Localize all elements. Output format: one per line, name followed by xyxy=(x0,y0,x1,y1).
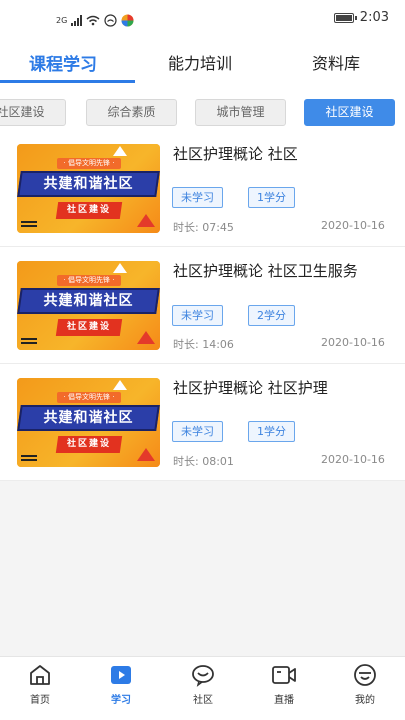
status-badge: 未学习 xyxy=(172,187,223,208)
thumbnail-subtitle: 社区建设 xyxy=(66,322,111,332)
nav-mine[interactable]: 我的 xyxy=(340,663,390,706)
thumbnail-subtitle: 社区建设 xyxy=(66,205,111,215)
thumbnail-title: 共建和谐社区 xyxy=(43,410,134,426)
thumbnail-slogan: · 倡导文明先锋 · xyxy=(57,275,121,286)
course-title: 社区护理概论 社区护理 xyxy=(173,379,328,397)
course-title: 社区护理概论 社区卫生服务 xyxy=(173,262,358,280)
chip-community-building[interactable]: 社区建设 xyxy=(304,99,395,126)
tab-resource-library[interactable]: 资料库 xyxy=(312,50,360,74)
tab-skill-training[interactable]: 能力培训 xyxy=(168,50,232,74)
clock: 2:03 xyxy=(359,10,389,25)
smile-icon xyxy=(354,664,376,686)
signal-icon xyxy=(71,14,83,26)
nav-label: 社区 xyxy=(193,695,213,706)
thumbnail-slogan: · 倡导文明先锋 · xyxy=(57,392,121,403)
course-duration: 时长: 14:06 xyxy=(173,338,234,351)
nav-community[interactable]: 社区 xyxy=(178,663,228,706)
network-label: 2G xyxy=(56,15,68,25)
top-tabs: 课程学习 能力培训 资料库 xyxy=(0,40,405,84)
course-thumbnail: · 倡导文明先锋 · 共建和谐社区 社区建设 xyxy=(17,144,160,233)
thumbnail-title: 共建和谐社区 xyxy=(43,293,134,309)
nav-live[interactable]: 直播 xyxy=(259,663,309,706)
course-list: · 倡导文明先锋 · 共建和谐社区 社区建设 社区护理概论 社区 未学习 1学分… xyxy=(0,130,405,481)
video-icon xyxy=(272,666,296,684)
thumbnail-title: 共建和谐社区 xyxy=(43,176,134,192)
course-item[interactable]: · 倡导文明先锋 · 共建和谐社区 社区建设 社区护理概论 社区 未学习 1学分… xyxy=(0,130,405,247)
wifi-icon xyxy=(86,15,100,25)
course-date: 2020-10-16 xyxy=(321,336,385,349)
thumbnail-subtitle: 社区建设 xyxy=(66,439,111,449)
status-icons: 2G xyxy=(56,12,134,28)
bottom-nav: 首页 学习 社区 直播 我的 xyxy=(0,656,405,720)
home-icon xyxy=(30,665,50,685)
active-tab-indicator xyxy=(0,80,135,83)
course-duration: 时长: 07:45 xyxy=(173,221,234,234)
battery-icon xyxy=(333,12,357,23)
thumbnail-slogan: · 倡导文明先锋 · xyxy=(57,158,121,169)
course-thumbnail: · 倡导文明先锋 · 共建和谐社区 社区建设 xyxy=(17,261,160,350)
credit-badge: 2学分 xyxy=(248,305,295,326)
credit-badge: 1学分 xyxy=(248,187,295,208)
nav-home[interactable]: 首页 xyxy=(15,663,65,706)
app-notification-icon xyxy=(121,14,134,26)
course-item[interactable]: · 倡导文明先锋 · 共建和谐社区 社区建设 社区护理概论 社区护理 未学习 1… xyxy=(0,364,405,481)
tab-course-study[interactable]: 课程学习 xyxy=(29,50,97,75)
nav-label: 学习 xyxy=(111,695,131,706)
play-icon xyxy=(111,666,131,684)
course-duration: 时长: 08:01 xyxy=(173,455,234,468)
nav-label: 我的 xyxy=(355,695,375,706)
course-item[interactable]: · 倡导文明先锋 · 共建和谐社区 社区建设 社区护理概论 社区卫生服务 未学习… xyxy=(0,247,405,364)
course-title: 社区护理概论 社区 xyxy=(173,145,298,163)
credit-badge: 1学分 xyxy=(248,421,295,442)
status-right: 2:03 xyxy=(333,10,389,25)
course-date: 2020-10-16 xyxy=(321,453,385,466)
chip-comprehensive-quality[interactable]: 综合素质 xyxy=(86,99,177,126)
eye-comfort-icon xyxy=(104,13,117,27)
status-badge: 未学习 xyxy=(172,421,223,442)
course-date: 2020-10-16 xyxy=(321,219,385,232)
nav-label: 直播 xyxy=(274,695,294,706)
course-thumbnail: · 倡导文明先锋 · 共建和谐社区 社区建设 xyxy=(17,378,160,467)
chat-icon xyxy=(192,665,214,687)
category-chips: 社区建设 综合素质 城市管理 社区建设 xyxy=(0,84,405,130)
chip-community-building-partial[interactable]: 社区建设 xyxy=(0,99,66,126)
nav-label: 首页 xyxy=(30,695,50,706)
chip-city-management[interactable]: 城市管理 xyxy=(195,99,286,126)
nav-study[interactable]: 学习 xyxy=(96,663,146,706)
status-badge: 未学习 xyxy=(172,305,223,326)
status-bar: 2G 2:03 xyxy=(0,0,405,40)
